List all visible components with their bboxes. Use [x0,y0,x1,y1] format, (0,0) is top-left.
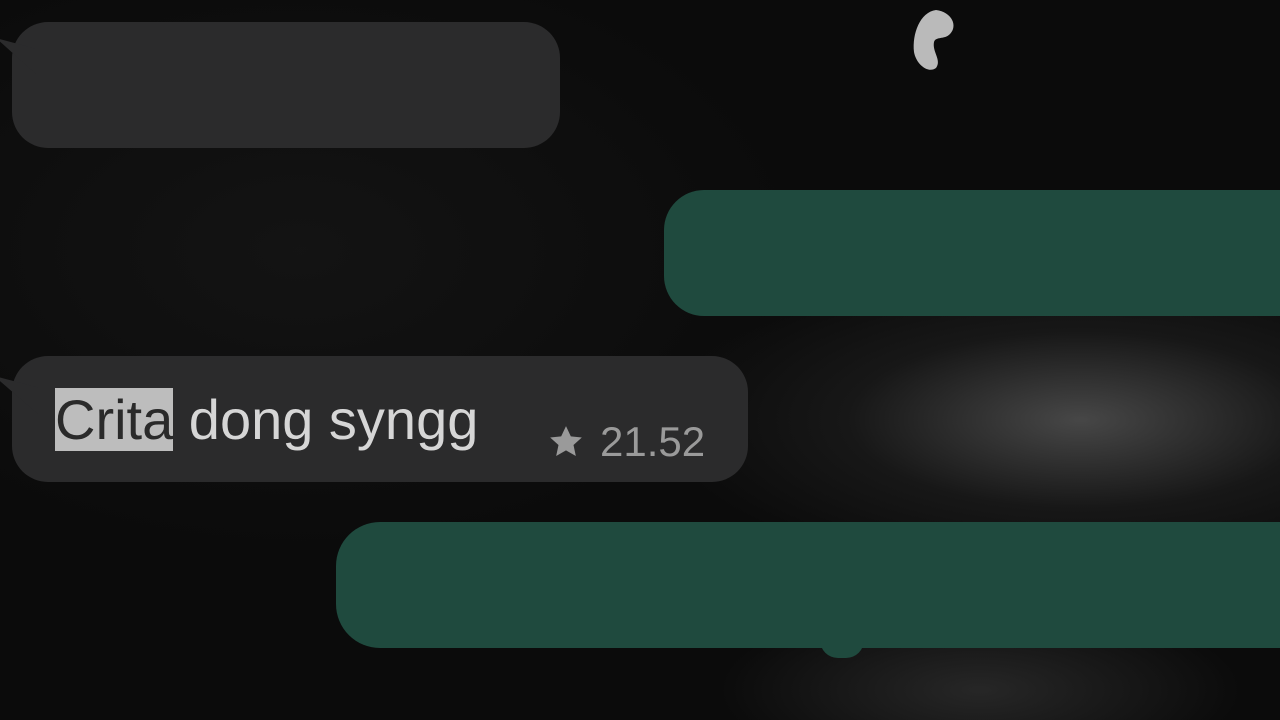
message-bubble-incoming[interactable] [12,22,560,148]
message-bubble-outgoing[interactable] [664,190,1280,316]
star-icon [546,422,586,462]
message-bubble-outgoing[interactable] [336,522,1280,648]
message-timestamp: 21.52 [600,418,706,465]
selected-text[interactable]: Crita [55,388,174,451]
message-remaining-text: dong syngg [173,388,479,451]
chat-screen: Crita dong syngg 21.52 [0,0,1280,720]
message-meta: 21.52 [546,414,705,470]
message-text[interactable]: Crita dong syngg [55,386,478,454]
decorative-blob [913,10,954,70]
bubble-tail [820,640,864,658]
